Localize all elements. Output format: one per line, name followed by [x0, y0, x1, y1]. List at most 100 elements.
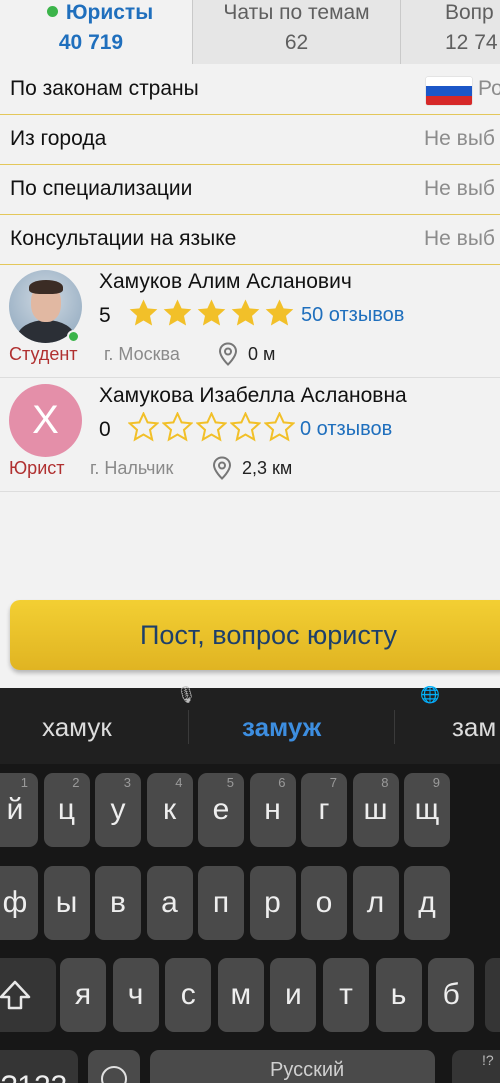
key-hint: 6 [278, 775, 286, 790]
filter-city-label: Из города [10, 127, 107, 150]
key-label: о [315, 886, 333, 919]
key-п[interactable]: п [198, 866, 244, 940]
russia-flag-icon [426, 77, 472, 105]
key-label: ч [127, 978, 144, 1011]
key-с[interactable]: с [165, 958, 212, 1032]
key-ш[interactable]: 8ш [352, 773, 399, 847]
punctuation-key[interactable]: !? [452, 1050, 500, 1083]
filter-country-value: Ро [478, 77, 500, 100]
lawyer-role: Студент [9, 344, 78, 364]
tab-questions-count: 12 74 [445, 31, 498, 54]
category-tabs: Юристы 40 719 Чаты по темам 62 Вопр 12 7… [0, 0, 500, 64]
key-ь[interactable]: ь [375, 958, 422, 1032]
key-д[interactable]: д [404, 866, 450, 940]
emoji-icon [101, 1066, 127, 1083]
location-pin-icon [218, 342, 238, 366]
tab-lawyers-label: Юристы [0, 0, 192, 25]
filter-specialization-value: Не выб [424, 177, 495, 200]
filter-city-value: Не выб [424, 127, 495, 150]
tab-topic-chats-count: 62 [284, 31, 309, 54]
lawyer-list-item[interactable]: Х Хамукова Изабелла Аслановна 0 0 отзыво… [0, 378, 500, 492]
tab-lawyers[interactable]: Юристы 40 719 [0, 0, 192, 64]
suggestion-3[interactable]: зам [452, 712, 496, 743]
key-ы[interactable]: ы [43, 866, 90, 940]
symbols-key[interactable]: ?123 [0, 1050, 78, 1083]
key-label: л [366, 886, 385, 919]
onscreen-keyboard: хамук замуж зам 1й2ц3у4к5е6н7г8ш9щ фыв а п р… [0, 687, 500, 1083]
lawyer-city: г. Нальчик [90, 458, 174, 478]
post-question-button[interactable]: Пост, вопрос юристу [10, 600, 500, 670]
key-label: в [110, 886, 126, 919]
key-label: т [339, 978, 353, 1011]
space-key[interactable]: Русский [150, 1050, 435, 1083]
key-hint: 1 [20, 775, 28, 790]
key-hint: 7 [329, 775, 337, 790]
rating-value: 5 [99, 304, 111, 327]
tab-questions[interactable]: Вопр 12 74 [400, 0, 500, 64]
star-empty-icon [128, 412, 159, 442]
key-label: д [418, 886, 436, 919]
key-label: р [264, 886, 281, 919]
key-р[interactable]: р [249, 866, 296, 940]
shift-icon [0, 980, 31, 1010]
punctuation-key-label: !? [482, 1052, 494, 1068]
key-а[interactable]: а [146, 866, 193, 940]
filter-city[interactable]: Из города Не выб [0, 115, 500, 165]
key-label: п [212, 886, 230, 919]
online-dot-icon [46, 6, 58, 17]
avatar[interactable]: Х [9, 384, 82, 457]
star-empty-icon [264, 412, 295, 442]
key-й[interactable]: 1й [0, 773, 38, 847]
key-м[interactable]: м [217, 958, 264, 1032]
key-л[interactable]: л [352, 866, 399, 940]
rating-value: 0 [99, 418, 111, 441]
key-г[interactable]: 7г [301, 773, 347, 847]
star-empty-icon [230, 412, 261, 442]
filter-language[interactable]: Консультации на языке Не выб [0, 215, 500, 265]
key-я[interactable]: я [60, 958, 106, 1032]
filter-country[interactable]: По законам страны Ро [0, 65, 500, 115]
key-ч[interactable]: ч [112, 958, 159, 1032]
filter-country-label: По законам страны [10, 77, 199, 100]
key-к[interactable]: 4к [146, 773, 193, 847]
key-н[interactable]: 6н [249, 773, 296, 847]
key-ц[interactable]: 2ц [43, 773, 90, 847]
filter-specialization[interactable]: По специализации Не выб [0, 165, 500, 215]
shift-key[interactable] [0, 958, 56, 1032]
key-в[interactable]: в [95, 866, 141, 940]
key-т[interactable]: т [323, 958, 369, 1032]
tab-topic-chats[interactable]: Чаты по темам 62 [192, 0, 400, 64]
star-filled-icon [231, 299, 260, 326]
lawyer-distance: 0 м [248, 344, 276, 364]
key-hint: 4 [175, 775, 183, 790]
filter-language-label: Консультации на языке [10, 227, 237, 250]
emoji-key[interactable] [88, 1050, 140, 1083]
tab-topic-chats-label: Чаты по темам [223, 1, 370, 24]
key-label: ы [55, 886, 78, 919]
lawyer-list-item[interactable]: Хамуков Алим Асланович 5 50 отзывов Студ… [0, 264, 500, 378]
backspace-key[interactable] [485, 958, 500, 1032]
key-hint: 9 [432, 775, 440, 790]
key-и[interactable]: и [270, 958, 317, 1032]
key-е[interactable]: 5е [198, 773, 244, 847]
reviews-link[interactable]: 0 отзывов [300, 418, 392, 441]
microphone-icon: 🎙 [176, 687, 197, 704]
key-label: с [180, 978, 196, 1011]
key-б[interactable]: б [428, 958, 475, 1032]
key-hint: 2 [72, 775, 80, 790]
tab-questions-label: Вопр [445, 1, 494, 24]
key-ф[interactable]: ф [0, 866, 38, 940]
post-question-button-label: Пост, вопрос юристу [140, 620, 398, 650]
key-label: я [74, 978, 92, 1011]
key-у[interactable]: 3у [95, 773, 141, 847]
key-щ[interactable]: 9щ [404, 773, 450, 847]
key-hint: 3 [123, 775, 131, 790]
key-о[interactable]: о [301, 866, 347, 940]
location-pin-icon [212, 456, 232, 480]
reviews-link[interactable]: 50 отзывов [301, 304, 404, 327]
globe-icon: 🌐 [420, 687, 440, 704]
key-label: а [161, 886, 178, 919]
suggestion-1[interactable]: хамук [42, 712, 112, 743]
suggestion-2[interactable]: замуж [242, 712, 321, 743]
space-key-label: Русский [270, 1059, 345, 1081]
